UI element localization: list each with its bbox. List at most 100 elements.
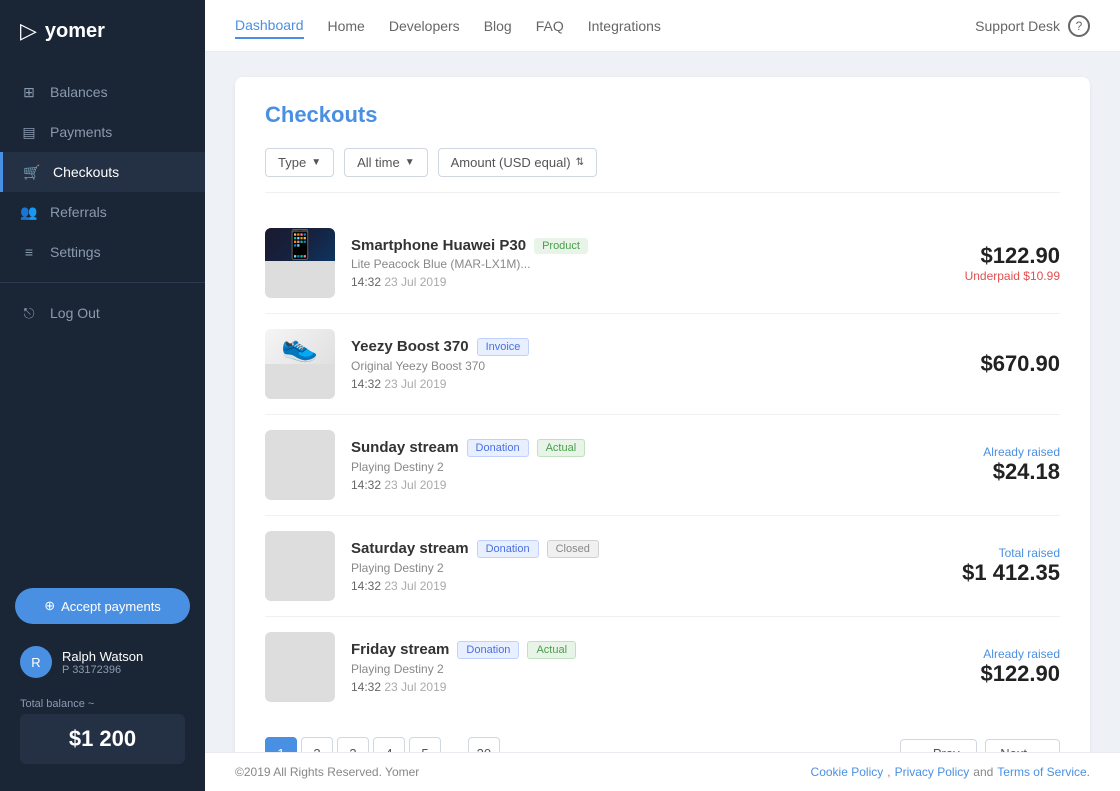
sidebar-divider bbox=[0, 282, 205, 283]
item-header: Saturday stream Donation Closed bbox=[351, 540, 946, 558]
item-time: 14:32 bbox=[351, 579, 381, 593]
sidebar-item-logout-label: Log Out bbox=[50, 305, 100, 321]
item-header: Friday stream Donation Actual bbox=[351, 641, 964, 659]
item-date: 14:32 23 Jul 2019 bbox=[351, 275, 949, 289]
main-content: Dashboard Home Developers Blog FAQ Integ… bbox=[205, 0, 1120, 791]
sidebar-logo: ▷ yomer bbox=[0, 0, 205, 62]
item-subtitle: Playing Destiny 2 bbox=[351, 460, 967, 474]
table-row[interactable]: Friday stream Donation Actual Playing De… bbox=[265, 617, 1060, 717]
item-name: Smartphone Huawei P30 bbox=[351, 237, 526, 254]
item-date: 14:32 23 Jul 2019 bbox=[351, 579, 946, 593]
sidebar-item-checkouts[interactable]: 🛒 Checkouts bbox=[0, 152, 205, 192]
filter-amount[interactable]: Amount (USD equal) ⇅ bbox=[438, 148, 597, 177]
checkout-list: 📱 Smartphone Huawei P30 Product Lite Pea… bbox=[265, 213, 1060, 717]
item-amount: $122.90 Underpaid $10.99 bbox=[965, 243, 1060, 283]
filters-bar: Type ▼ All time ▼ Amount (USD equal) ⇅ bbox=[265, 148, 1060, 193]
page-btn-2[interactable]: 2 bbox=[301, 737, 333, 752]
item-amount: Already raised $122.90 bbox=[980, 647, 1060, 687]
item-info: Yeezy Boost 370 Invoice Original Yeezy B… bbox=[351, 338, 964, 391]
sidebar-nav: ⊞ Balances ▤ Payments 🛒 Checkouts 👥 Refe… bbox=[0, 62, 205, 566]
item-info: Sunday stream Donation Actual Playing De… bbox=[351, 439, 967, 492]
next-button[interactable]: Next → bbox=[985, 739, 1060, 753]
page-title: Checkouts bbox=[265, 102, 1060, 128]
support-desk-link[interactable]: Support Desk bbox=[975, 18, 1060, 34]
filter-type-arrow: ▼ bbox=[311, 157, 321, 168]
sidebar-item-settings[interactable]: ≡ Settings bbox=[0, 232, 205, 272]
page-btn-5[interactable]: 5 bbox=[409, 737, 441, 752]
topnav-home[interactable]: Home bbox=[328, 14, 365, 38]
item-name: Saturday stream bbox=[351, 540, 469, 557]
content-area: Checkouts Type ▼ All time ▼ Amount (USD … bbox=[205, 52, 1120, 752]
item-date: 14:32 23 Jul 2019 bbox=[351, 478, 967, 492]
topnav-integrations[interactable]: Integrations bbox=[588, 14, 661, 38]
item-thumbnail bbox=[265, 531, 335, 601]
badge-invoice: Invoice bbox=[477, 338, 530, 356]
table-row[interactable]: Saturday stream Donation Closed Playing … bbox=[265, 516, 1060, 617]
badge-actual: Actual bbox=[537, 439, 586, 457]
avatar: R bbox=[20, 646, 52, 678]
badge-donation: Donation bbox=[457, 641, 519, 659]
plus-icon: ⊕ bbox=[44, 598, 55, 614]
table-row[interactable]: 📱 Smartphone Huawei P30 Product Lite Pea… bbox=[265, 213, 1060, 314]
item-date: 14:32 23 Jul 2019 bbox=[351, 377, 964, 391]
item-date: 14:32 23 Jul 2019 bbox=[351, 680, 964, 694]
sidebar-item-referrals-label: Referrals bbox=[50, 204, 107, 220]
sidebar-item-payments-label: Payments bbox=[50, 124, 112, 140]
item-date-text: 23 Jul 2019 bbox=[384, 478, 446, 492]
sidebar-item-referrals[interactable]: 👥 Referrals bbox=[0, 192, 205, 232]
accept-payments-button[interactable]: ⊕ Accept payments bbox=[15, 588, 190, 624]
sidebar-item-balances[interactable]: ⊞ Balances bbox=[0, 72, 205, 112]
amount-label: Already raised bbox=[980, 647, 1060, 661]
item-header: Sunday stream Donation Actual bbox=[351, 439, 967, 457]
topnav-right: Support Desk ? bbox=[975, 15, 1090, 37]
item-name: Yeezy Boost 370 bbox=[351, 338, 469, 355]
checkouts-card: Checkouts Type ▼ All time ▼ Amount (USD … bbox=[235, 77, 1090, 752]
filter-time[interactable]: All time ▼ bbox=[344, 148, 428, 177]
user-id: P 33172396 bbox=[62, 664, 143, 676]
amount-sub: Underpaid $10.99 bbox=[965, 269, 1060, 283]
item-info: Friday stream Donation Actual Playing De… bbox=[351, 641, 964, 694]
table-row[interactable]: Sunday stream Donation Actual Playing De… bbox=[265, 415, 1060, 516]
item-info: Saturday stream Donation Closed Playing … bbox=[351, 540, 946, 593]
prev-button[interactable]: ← Prev. bbox=[900, 739, 977, 753]
page-btn-1[interactable]: 1 bbox=[265, 737, 297, 752]
item-subtitle: Playing Destiny 2 bbox=[351, 662, 964, 676]
filter-time-arrow: ▼ bbox=[405, 157, 415, 168]
badge-donation: Donation bbox=[467, 439, 529, 457]
page-btn-4[interactable]: 4 bbox=[373, 737, 405, 752]
topnav-developers[interactable]: Developers bbox=[389, 14, 460, 38]
balance-section: Total balance ~ $1 200 bbox=[0, 690, 205, 779]
item-header: Yeezy Boost 370 Invoice bbox=[351, 338, 964, 356]
page-btn-3[interactable]: 3 bbox=[337, 737, 369, 752]
item-amount: Total raised $1 412.35 bbox=[962, 546, 1060, 586]
cookie-policy-link[interactable]: Cookie Policy bbox=[811, 765, 884, 779]
item-date-text: 23 Jul 2019 bbox=[384, 680, 446, 694]
nav-buttons: ← Prev. Next → bbox=[900, 739, 1060, 753]
logout-icon: ⎋ bbox=[20, 304, 38, 322]
user-info: Ralph Watson P 33172396 bbox=[62, 649, 143, 676]
sidebar-item-logout[interactable]: ⎋ Log Out bbox=[0, 293, 205, 333]
topnav: Dashboard Home Developers Blog FAQ Integ… bbox=[205, 0, 1120, 52]
phone-thumbnail: 📱 bbox=[265, 228, 335, 261]
user-section: R Ralph Watson P 33172396 bbox=[0, 634, 205, 690]
page-btn-last[interactable]: 20 bbox=[468, 737, 500, 752]
terms-link[interactable]: Terms of Service. bbox=[997, 765, 1090, 779]
item-thumbnail: 👟 bbox=[265, 329, 335, 399]
sidebar: ▷ yomer ⊞ Balances ▤ Payments 🛒 Checkout… bbox=[0, 0, 205, 791]
copyright: ©2019 All Rights Reserved. Yomer bbox=[235, 765, 419, 779]
footer: ©2019 All Rights Reserved. Yomer Cookie … bbox=[205, 752, 1120, 791]
table-row[interactable]: 👟 Yeezy Boost 370 Invoice Original Yeezy… bbox=[265, 314, 1060, 415]
sidebar-item-payments[interactable]: ▤ Payments bbox=[0, 112, 205, 152]
filter-amount-label: Amount (USD equal) bbox=[451, 155, 571, 170]
item-time: 14:32 bbox=[351, 478, 381, 492]
privacy-policy-link[interactable]: Privacy Policy bbox=[895, 765, 970, 779]
item-header: Smartphone Huawei P30 Product bbox=[351, 237, 949, 254]
topnav-blog[interactable]: Blog bbox=[484, 14, 512, 38]
pagination: 1 2 3 4 5 ... 20 ← Prev. Next → bbox=[265, 722, 1060, 752]
topnav-faq[interactable]: FAQ bbox=[536, 14, 564, 38]
item-thumbnail: 📱 bbox=[265, 228, 335, 298]
badge-closed: Closed bbox=[547, 540, 599, 558]
topnav-dashboard[interactable]: Dashboard bbox=[235, 13, 304, 39]
amount-label: Total raised bbox=[962, 546, 1060, 560]
filter-type[interactable]: Type ▼ bbox=[265, 148, 334, 177]
